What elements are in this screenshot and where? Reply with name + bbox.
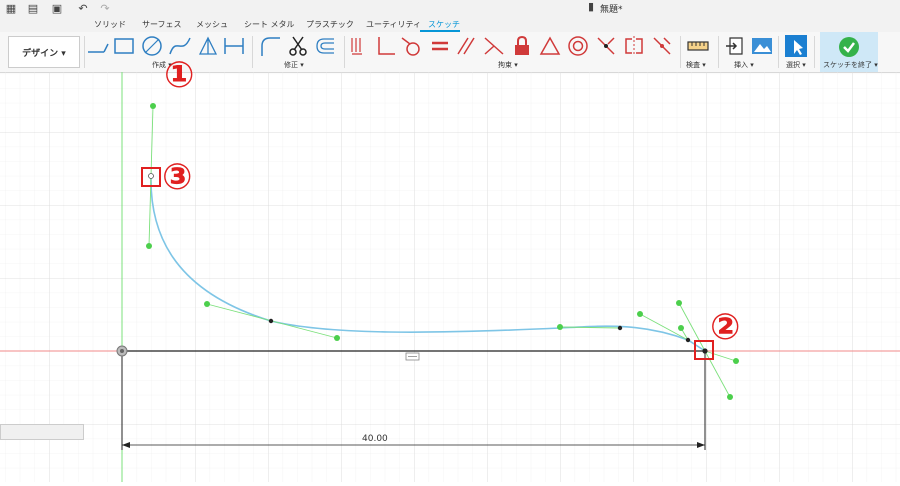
document-icon: ▮ <box>587 0 595 13</box>
annotation-marker-2: ② <box>710 307 741 348</box>
ribbon-separator <box>84 36 85 68</box>
dimension-tool-icon[interactable] <box>222 34 246 58</box>
modify-group-label[interactable]: 修正 ▾ <box>284 60 304 70</box>
midpoint-icon[interactable] <box>594 34 618 58</box>
coincident-icon[interactable] <box>650 34 674 58</box>
ribbon-separator <box>680 36 681 68</box>
tangent-icon[interactable] <box>400 34 424 58</box>
perpendicular-icon[interactable] <box>374 34 398 58</box>
tab-sheet-metal[interactable]: シート メタル <box>244 19 295 30</box>
file-menu-icon[interactable]: ▤ <box>26 2 40 16</box>
tab-surface[interactable]: サーフェス <box>142 19 182 30</box>
constraints-group-label[interactable]: 拘束 ▾ <box>498 60 518 70</box>
ribbon-separator <box>344 36 345 68</box>
ribbon-toolbar: デザイン ▾ 作成 ▾ 修正 ▾ 拘束 ▾ 検査 ▾ 挿入 ▾ 選択 ▾ スケッ… <box>0 32 900 73</box>
select-group-label[interactable]: 選択 ▾ <box>786 60 806 70</box>
design-workspace-button[interactable]: デザイン ▾ <box>8 36 80 68</box>
undo-icon[interactable]: ↶ <box>76 2 90 16</box>
ribbon-separator <box>814 36 815 68</box>
insert-image-icon[interactable] <box>750 34 774 58</box>
spline-start-point[interactable] <box>148 173 154 179</box>
collinear-icon[interactable] <box>482 34 506 58</box>
fix-constraint-icon[interactable] <box>348 34 372 58</box>
circle-tool-icon[interactable] <box>140 34 164 58</box>
sketch-svg[interactable] <box>0 30 900 482</box>
dimension-value[interactable]: 40.00 <box>362 434 388 444</box>
tab-utility[interactable]: ユーティリティ <box>366 19 421 30</box>
tab-solid[interactable]: ソリッド <box>94 19 126 30</box>
fillet-tool-icon[interactable] <box>258 34 282 58</box>
annotation-marker-3: ③ <box>162 157 193 198</box>
line-tool-icon[interactable] <box>86 34 110 58</box>
select-icon[interactable] <box>784 34 808 58</box>
lock-icon[interactable] <box>510 34 534 58</box>
tab-mesh[interactable]: メッシュ <box>196 19 228 30</box>
finish-sketch-label: スケッチを終了 ▾ <box>823 61 878 69</box>
sketch-canvas[interactable] <box>0 30 900 482</box>
grid-major <box>0 72 900 482</box>
redo-icon[interactable]: ↷ <box>98 2 112 16</box>
triangle-constraint-icon[interactable] <box>538 34 562 58</box>
apps-grid-icon[interactable]: ▦ <box>4 2 18 16</box>
save-icon[interactable]: ▣ <box>50 2 64 16</box>
insert-group-label[interactable]: 挿入 ▾ <box>734 60 754 70</box>
finish-sketch-button[interactable]: スケッチを終了 ▾ <box>820 32 878 72</box>
ribbon-separator <box>778 36 779 68</box>
check-circle-icon <box>839 37 859 57</box>
annotation-marker-1: ① <box>164 55 195 96</box>
measure-icon[interactable] <box>686 34 710 58</box>
parallel-icon[interactable] <box>454 34 478 58</box>
trim-scissors-icon[interactable] <box>286 34 310 58</box>
tab-sketch[interactable]: スケッチ <box>428 19 460 30</box>
symmetry-icon[interactable] <box>622 34 646 58</box>
ribbon-separator <box>718 36 719 68</box>
concentric-icon[interactable] <box>566 34 590 58</box>
inspect-group-label[interactable]: 検査 ▾ <box>686 60 706 70</box>
offset-tool-icon[interactable] <box>314 34 338 58</box>
insert-derive-icon[interactable] <box>724 34 748 58</box>
browser-panel-collapsed[interactable] <box>0 424 84 440</box>
document-title: 無題* <box>600 5 623 15</box>
equal-icon[interactable] <box>428 34 452 58</box>
ribbon-separator <box>252 36 253 68</box>
triangle-tool-icon[interactable] <box>196 34 220 58</box>
rectangle-tool-icon[interactable] <box>112 34 136 58</box>
tab-plastic[interactable]: プラスチック <box>306 19 354 30</box>
title-bar: ▦ ▤ ▣ ↶ ↷ ▮ 無題* <box>0 0 900 18</box>
